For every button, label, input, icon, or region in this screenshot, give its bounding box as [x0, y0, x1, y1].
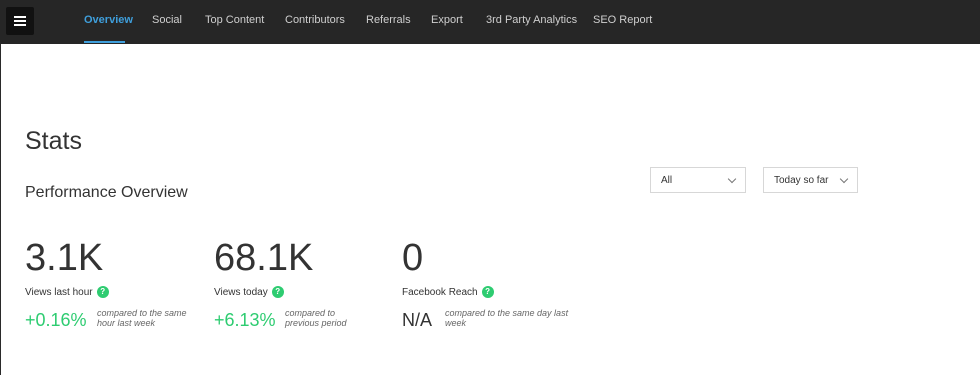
question-mark-icon[interactable]: ?	[271, 286, 284, 298]
stat-change: +0.16%	[25, 310, 87, 330]
stat-label: Views last hour ?	[25, 286, 109, 298]
section-title: Performance Overview	[25, 184, 188, 201]
stat-compare-text: compared to previous period	[285, 308, 347, 328]
chevron-down-icon	[839, 174, 849, 184]
tab-overview[interactable]: Overview	[84, 14, 133, 26]
stat-change: N/A	[402, 310, 433, 330]
tab-top-content[interactable]: Top Content	[205, 14, 264, 26]
period-dropdown-value: Today so far	[774, 175, 829, 186]
stat-label-text: Views last hour	[25, 286, 93, 298]
tab-export[interactable]: Export	[431, 14, 463, 26]
top-navigation-bar: Overview Social Top Content Contributors…	[0, 0, 980, 44]
scope-dropdown-value: All	[661, 175, 673, 186]
question-mark-icon[interactable]: ?	[96, 286, 109, 298]
tab-social[interactable]: Social	[152, 14, 182, 26]
stat-value: 68.1K	[214, 237, 314, 279]
stat-label: Views today ?	[214, 286, 284, 298]
stat-label: Facebook Reach ?	[402, 286, 494, 298]
tab-referrals[interactable]: Referrals	[366, 14, 411, 26]
page-title: Stats	[25, 127, 82, 155]
stat-compare-text: compared to the same day last week	[445, 308, 569, 328]
left-border	[0, 44, 1, 375]
chevron-down-icon	[727, 174, 737, 184]
stat-views-today: 68.1K Views today ? +6.13% compared to p…	[214, 236, 347, 330]
stat-views-last-hour: 3.1K Views last hour ? +0.16% compared t…	[25, 236, 187, 330]
stat-change: +6.13%	[214, 310, 276, 330]
stat-label-text: Views today	[214, 286, 268, 298]
stat-facebook-reach: 0 Facebook Reach ? N/A compared to the s…	[402, 236, 568, 330]
stat-value: 3.1K	[25, 237, 104, 279]
stat-value: 0	[402, 237, 424, 279]
stat-label-text: Facebook Reach	[402, 286, 478, 298]
tab-seo-report[interactable]: SEO Report	[593, 14, 652, 26]
tab-3rd-party-analytics[interactable]: 3rd Party Analytics	[486, 14, 577, 26]
question-mark-icon[interactable]: ?	[481, 286, 494, 298]
tab-contributors[interactable]: Contributors	[285, 14, 345, 26]
active-tab-indicator	[84, 41, 125, 43]
stat-compare-text: compared to the same hour last week	[97, 308, 187, 328]
period-dropdown[interactable]: Today so far	[763, 167, 858, 193]
scope-dropdown[interactable]: All	[650, 167, 746, 193]
hamburger-menu-icon[interactable]	[6, 7, 34, 35]
